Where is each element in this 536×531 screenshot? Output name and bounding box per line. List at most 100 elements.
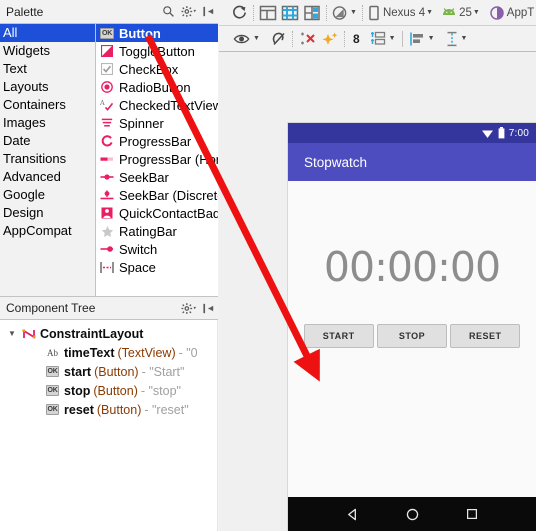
theme-selector[interactable]: AppT xyxy=(488,2,536,24)
orientation-button[interactable]: ▼ xyxy=(330,2,359,24)
palette-category-label: Images xyxy=(3,115,46,130)
palette-widget-label: RadioButton xyxy=(119,79,191,95)
nav-home-icon[interactable] xyxy=(405,507,420,522)
palette-category-text[interactable]: Text xyxy=(0,60,95,78)
toolbar-separator xyxy=(326,4,327,21)
constraintlayout-icon xyxy=(20,327,37,341)
tree-row-timetext[interactable]: Ab timeText (TextView) - "0 xyxy=(0,343,218,362)
palette-widget-list[interactable]: OK Button ToggleButton CheckBox RadioButton A… xyxy=(96,24,218,296)
search-icon[interactable] xyxy=(158,2,178,22)
component-tree-body[interactable]: ▼ ConstraintLayout Ab timeText (TextView) - "… xyxy=(0,320,218,531)
palette-category-layouts[interactable]: Layouts xyxy=(0,78,95,96)
palette-widget-progressbar[interactable]: ProgressBar xyxy=(96,132,218,150)
tree-row-type: (Button) xyxy=(93,383,138,398)
palette-title: Palette xyxy=(6,4,44,19)
palette-widget-seekbar[interactable]: SeekBar xyxy=(96,168,218,186)
show-constraints-button[interactable]: ▼ xyxy=(231,28,262,50)
palette-category-label: Widgets xyxy=(3,43,50,58)
palette-widget-checkedtextview[interactable]: A CheckedTextView xyxy=(96,96,218,114)
tree-row-text: - "Start" xyxy=(141,364,185,379)
palette-category-design[interactable]: Design xyxy=(0,204,95,222)
ratingbar-icon xyxy=(99,224,115,238)
default-margin-value[interactable]: 8 xyxy=(351,28,362,50)
collapse-panel-icon[interactable] xyxy=(198,2,218,22)
palette-category-widgets[interactable]: Widgets xyxy=(0,42,95,60)
reset-button[interactable]: RESET xyxy=(450,324,521,348)
palette-category-containers[interactable]: Containers xyxy=(0,96,95,114)
palette-category-label: Advanced xyxy=(3,169,61,184)
palette-widget-togglebutton[interactable]: ToggleButton xyxy=(96,42,218,60)
toolbar-separator xyxy=(253,4,254,21)
palette-category-images[interactable]: Images xyxy=(0,114,95,132)
pack-button[interactable]: ▼ xyxy=(368,28,398,50)
gear-icon[interactable] xyxy=(178,2,198,22)
start-button[interactable]: START xyxy=(303,324,374,348)
blueprint-mode-button[interactable] xyxy=(279,2,301,24)
tree-row-start[interactable]: OK start (Button) - "Start" xyxy=(0,362,218,381)
theme-label: AppT xyxy=(506,6,535,19)
align-button[interactable]: ▼ xyxy=(407,28,437,50)
design-mode-button[interactable] xyxy=(257,2,279,24)
tree-row-name: timeText xyxy=(64,345,115,360)
infer-constraints-button[interactable] xyxy=(319,28,341,50)
palette-widget-spinner[interactable]: Spinner xyxy=(96,114,218,132)
tree-row-reset[interactable]: OK reset (Button) - "reset" xyxy=(0,400,218,419)
chevron-down-icon: ▼ xyxy=(350,9,357,16)
palette-widget-button[interactable]: OK Button xyxy=(96,24,218,42)
palette-widget-seekbar-discrete[interactable]: SeekBar (Discrete) xyxy=(96,186,218,204)
progressbar-icon xyxy=(99,134,115,148)
palette-category-list[interactable]: All Widgets Text Layouts Containers Images Dat… xyxy=(0,24,96,296)
component-tree-title: Component Tree xyxy=(6,301,96,315)
palette-body: All Widgets Text Layouts Containers Images Dat… xyxy=(0,24,218,296)
palette-widget-label: QuickContactBadge xyxy=(119,205,218,221)
palette-widget-label: CheckBox xyxy=(119,61,179,77)
checkedtextview-icon: A xyxy=(99,98,115,112)
guidelines-button[interactable]: ▼ xyxy=(443,28,470,50)
nav-back-icon[interactable] xyxy=(345,507,360,522)
refresh-button[interactable] xyxy=(229,2,250,24)
palette-category-advanced[interactable]: Advanced xyxy=(0,168,95,186)
radiobutton-icon xyxy=(99,80,115,94)
palette-widget-quickcontactbadge[interactable]: QuickContactBadge xyxy=(96,204,218,222)
tree-row-text: - "stop" xyxy=(140,383,181,398)
tree-row-constraintlayout[interactable]: ▼ ConstraintLayout xyxy=(0,324,218,343)
togglebutton-icon xyxy=(99,44,115,58)
split-mode-button[interactable] xyxy=(301,2,323,24)
chevron-down-icon: ▼ xyxy=(460,35,468,42)
quickcontactbadge-icon xyxy=(99,206,115,220)
palette-category-label: All xyxy=(3,25,18,40)
palette-category-transitions[interactable]: Transitions xyxy=(0,150,95,168)
button-icon: OK xyxy=(100,27,114,39)
clear-constraints-button[interactable] xyxy=(297,28,319,50)
device-button-row: START STOP RESET xyxy=(288,324,536,348)
device-preview[interactable]: 7:00 Stopwatch 00:00:00 START STOP RESET xyxy=(288,123,536,531)
palette-category-google[interactable]: Google xyxy=(0,186,95,204)
tree-scroll-edge xyxy=(217,320,218,531)
palette-widget-switch[interactable]: Switch xyxy=(96,240,218,258)
device-selector[interactable]: Nexus 4 ▼ xyxy=(366,2,435,24)
collapse-panel-icon[interactable] xyxy=(198,298,218,318)
stop-button[interactable]: STOP xyxy=(376,324,447,348)
palette-widget-progressbar-horizontal[interactable]: ProgressBar (Horizontal) xyxy=(96,150,218,168)
palette-widget-label: CheckedTextView xyxy=(119,97,218,113)
palette-widget-space[interactable]: Space xyxy=(96,258,218,276)
palette-widget-label: Switch xyxy=(119,241,158,257)
tree-row-stop[interactable]: OK stop (Button) - "stop" xyxy=(0,381,218,400)
autoconnect-button[interactable] xyxy=(269,28,289,50)
palette-widget-checkbox[interactable]: CheckBox xyxy=(96,60,218,78)
palette-category-all[interactable]: All xyxy=(0,24,95,42)
toolbar-separator xyxy=(291,30,294,47)
expand-collapse-icon[interactable]: ▼ xyxy=(4,329,20,338)
design-canvas[interactable]: 7:00 Stopwatch 00:00:00 START STOP RESET xyxy=(219,52,536,531)
gear-icon[interactable] xyxy=(178,298,198,318)
palette-category-appcompat[interactable]: AppCompat xyxy=(0,222,95,240)
api-selector[interactable]: 25 ▼ xyxy=(439,2,482,24)
palette-widget-radiobutton[interactable]: RadioButton xyxy=(96,78,218,96)
chevron-down-icon: ▼ xyxy=(426,9,434,16)
palette-widget-ratingbar[interactable]: RatingBar xyxy=(96,222,218,240)
toolbar-separator xyxy=(343,30,346,47)
palette-category-date[interactable]: Date xyxy=(0,132,95,150)
nav-recents-icon[interactable] xyxy=(465,507,479,521)
left-tool-panel: Palette All Widgets Text Layouts Contain… xyxy=(0,0,218,531)
time-text-view[interactable]: 00:00:00 xyxy=(288,243,536,291)
